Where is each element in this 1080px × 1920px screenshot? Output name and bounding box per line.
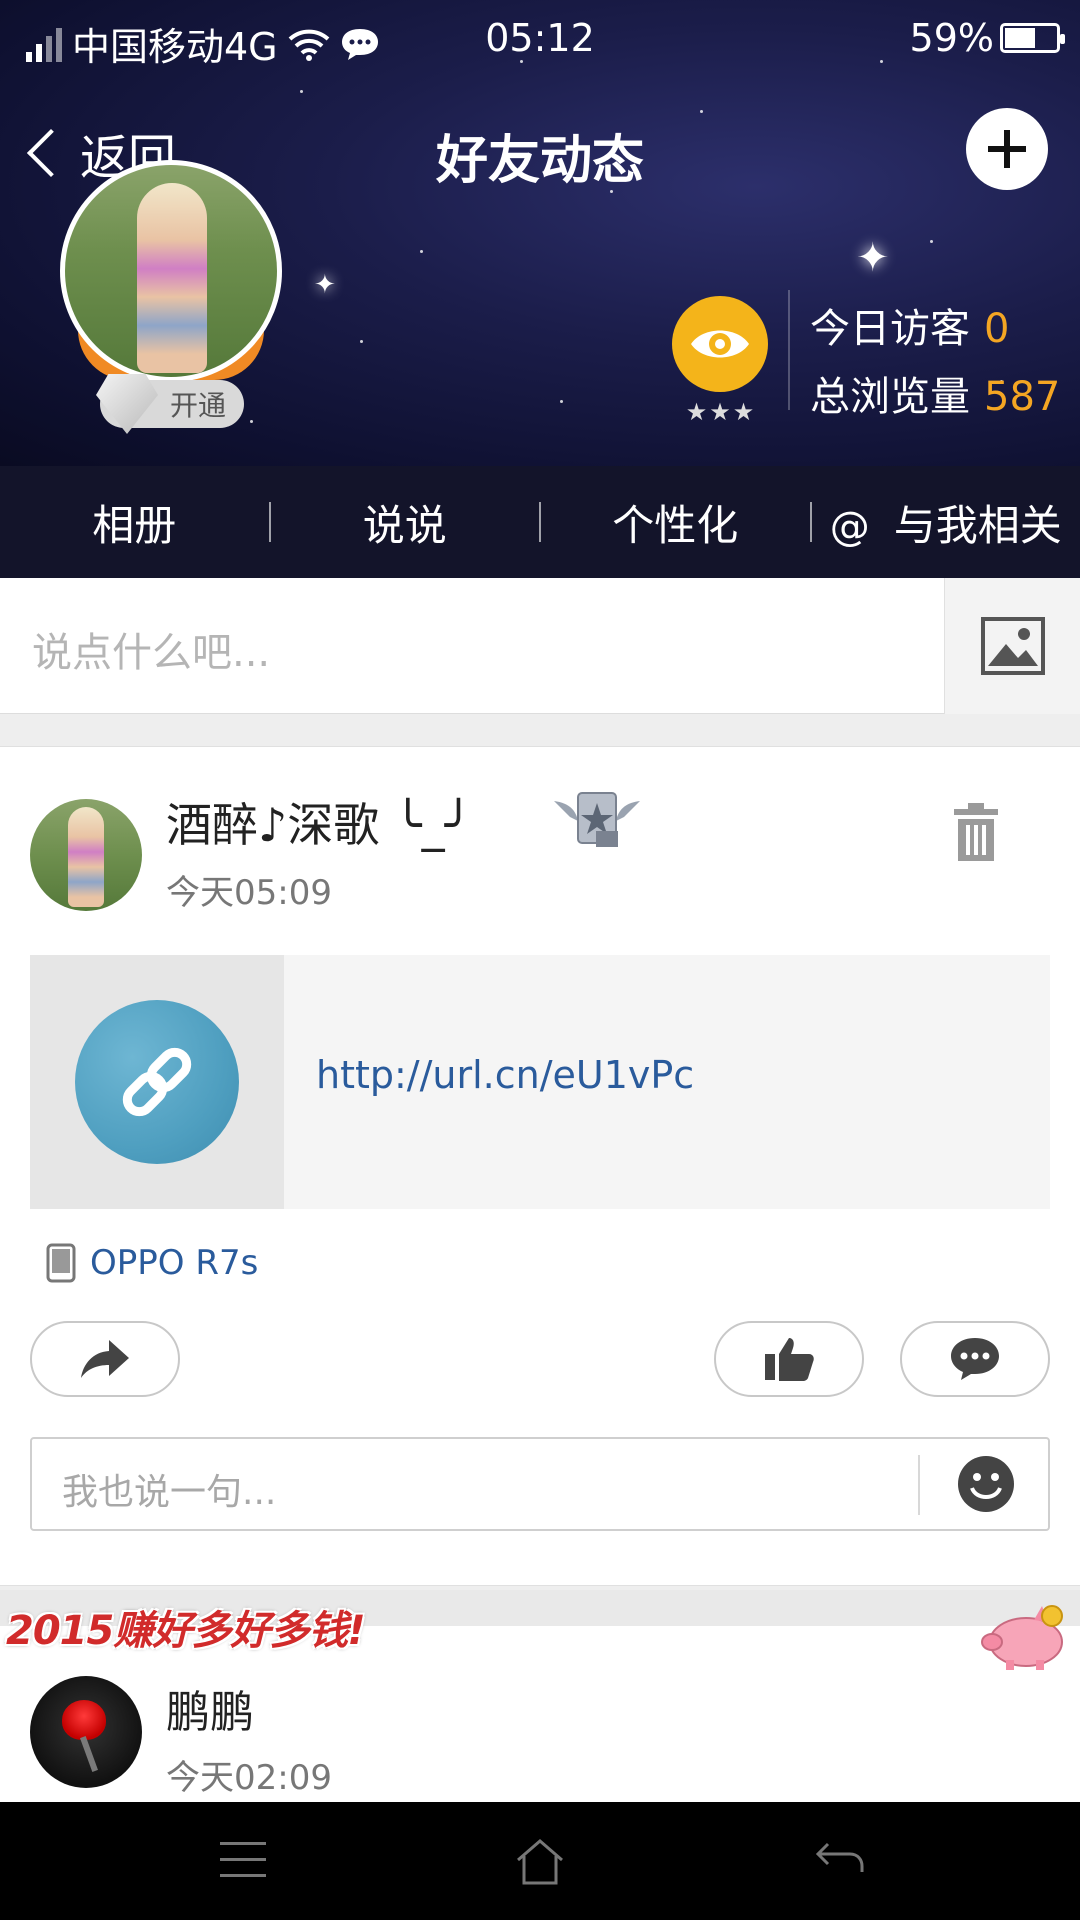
- tab-shuoshuo[interactable]: 说说: [271, 492, 540, 553]
- post-time: 今天02:09: [166, 1758, 332, 1798]
- tab-label: 说说: [362, 500, 447, 550]
- reply-box[interactable]: 我也说一句...: [30, 1437, 1050, 1531]
- views-value: 587: [984, 374, 1061, 420]
- post-composer: 说点什么吧...: [0, 578, 1080, 714]
- piggy-bank-icon: [981, 1605, 1063, 1670]
- device-name: OPPO R7s: [90, 1243, 259, 1283]
- views-label: 总浏览量: [810, 374, 970, 420]
- plus-icon: [988, 130, 1026, 168]
- phone-icon: [46, 1243, 76, 1283]
- tab-label: 个性化: [612, 500, 739, 550]
- like-button[interactable]: [714, 1321, 864, 1397]
- vip-open-button[interactable]: 开通: [96, 374, 244, 434]
- add-image-button[interactable]: [944, 578, 1080, 714]
- comment-button[interactable]: [900, 1321, 1050, 1397]
- link-url[interactable]: http://url.cn/eU1vPc: [316, 1053, 694, 1097]
- tab-personalize[interactable]: 个性化: [541, 492, 810, 553]
- tab-album[interactable]: 相册: [0, 492, 269, 553]
- back-icon[interactable]: [814, 1838, 866, 1878]
- app-screen: ✦ ✦ 中国移动4G 05:12 59% 返回 好友动态 开通 ★★★ 今日访客…: [0, 0, 1080, 1920]
- total-views[interactable]: 总浏览量 587: [810, 364, 1060, 422]
- smile-icon[interactable]: [956, 1454, 1016, 1514]
- level-stars: ★★★: [685, 398, 757, 426]
- author-name[interactable]: 鹏鹏: [166, 1676, 254, 1740]
- diamond-icon: [96, 374, 158, 434]
- sparkle-icon: ✦: [314, 270, 336, 300]
- author-avatar[interactable]: [30, 1676, 142, 1788]
- link-preview[interactable]: http://url.cn/eU1vPc: [30, 955, 1050, 1209]
- divider: [788, 290, 790, 410]
- share-icon: [81, 1340, 129, 1378]
- link-icon: [122, 1047, 192, 1117]
- author-name[interactable]: 酒醉♪深歌 ╰_╯: [166, 789, 472, 855]
- eye-icon: [691, 330, 749, 358]
- visitors-label: 今日访客: [810, 306, 970, 352]
- battery-icon: [1000, 23, 1065, 53]
- battery-percent: 59%: [909, 16, 994, 60]
- status-bar: 中国移动4G 05:12 59%: [0, 0, 1080, 78]
- share-button[interactable]: [30, 1321, 180, 1397]
- author-avatar[interactable]: [30, 799, 142, 911]
- menu-icon[interactable]: [218, 1838, 268, 1882]
- banner-text: 2015赚好多好多钱!: [6, 1608, 366, 1654]
- add-button[interactable]: [966, 108, 1048, 190]
- tab-related-to-me[interactable]: @ 与我相关: [812, 492, 1080, 553]
- divider: [918, 1455, 920, 1515]
- tab-label: 相册: [92, 500, 177, 550]
- link-thumbnail: [30, 955, 284, 1209]
- visitor-eye-button[interactable]: [672, 296, 768, 392]
- tab-label: 与我相关: [893, 500, 1062, 550]
- sparkle-icon: ✦: [856, 235, 890, 281]
- visitors-value: 0: [984, 306, 1010, 352]
- reply-input[interactable]: 我也说一句...: [62, 1463, 276, 1515]
- rank-badge-icon: [554, 792, 640, 847]
- feed-item: 酒醉♪深歌 ╰_╯ 今天05:09 http://url.cn/eU1vPc O…: [0, 746, 1080, 1586]
- post-time: 今天05:09: [166, 873, 332, 913]
- like-icon: [765, 1338, 814, 1381]
- vip-label: 开通: [169, 389, 226, 422]
- image-icon: [980, 617, 1045, 675]
- device-info: OPPO R7s: [46, 1243, 258, 1283]
- system-nav-bar: [0, 1802, 1080, 1920]
- today-visitors[interactable]: 今日访客 0: [810, 296, 1009, 354]
- home-icon[interactable]: [514, 1838, 566, 1886]
- trash-icon[interactable]: [952, 803, 1000, 861]
- profile-avatar[interactable]: [60, 160, 282, 382]
- at-icon: @: [829, 503, 870, 550]
- profile-tabs: 相册 说说 个性化 @ 与我相关: [0, 466, 1080, 578]
- composer-input[interactable]: 说点什么吧...: [32, 620, 270, 678]
- profile-header: ✦ ✦ 中国移动4G 05:12 59% 返回 好友动态 开通 ★★★ 今日访客…: [0, 0, 1080, 466]
- comment-icon: [951, 1338, 999, 1380]
